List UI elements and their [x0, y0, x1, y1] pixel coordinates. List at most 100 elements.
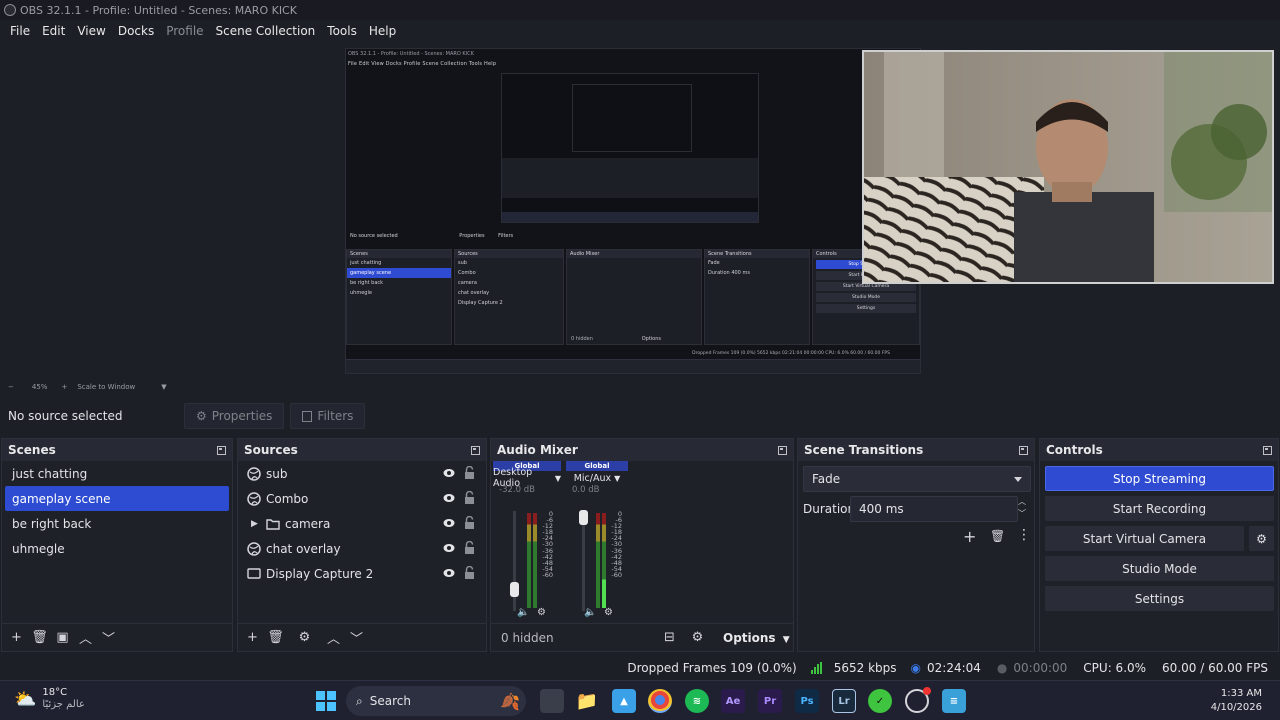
audio-settings-icon[interactable]: ⚙: [604, 607, 613, 618]
speaker-icon[interactable]: 🔈: [584, 607, 596, 618]
menu-file[interactable]: File: [4, 20, 36, 42]
add-icon[interactable]: +: [244, 629, 261, 646]
spin-arrows-icon[interactable]: ︿ ﹀: [1018, 496, 1026, 520]
photoshop-icon[interactable]: Ps: [795, 689, 819, 713]
trash-icon[interactable]: 🗑: [990, 529, 1005, 543]
zoom-out-icon[interactable]: −: [8, 383, 14, 391]
lock-icon[interactable]: [464, 465, 475, 479]
expand-icon[interactable]: ▶: [251, 519, 260, 529]
scale-label[interactable]: Scale to Window: [77, 383, 135, 391]
volume-slider-knob[interactable]: [510, 582, 519, 597]
scene-item[interactable]: be right back: [5, 511, 229, 536]
undock-icon[interactable]: [1263, 445, 1272, 455]
gear-icon: ⚙: [1256, 531, 1267, 546]
gear-icon[interactable]: ⚙: [296, 629, 313, 646]
source-item[interactable]: ▶ camera: [238, 511, 486, 536]
clock[interactable]: 1:33 AM 4/10/2026: [1211, 687, 1262, 715]
trash-icon[interactable]: 🗑: [31, 629, 48, 646]
menu-profile[interactable]: Profile: [160, 20, 209, 42]
windows-start-icon[interactable]: [314, 689, 338, 713]
properties-label: Properties: [211, 409, 273, 423]
nested-source: Combo: [458, 270, 476, 276]
menu-bar: File Edit View Docks Profile Scene Colle…: [0, 20, 1280, 42]
advanced-audio-icon[interactable]: ⚙: [689, 629, 706, 646]
undock-icon[interactable]: [217, 445, 226, 455]
add-icon[interactable]: +: [8, 629, 25, 646]
more-icon[interactable]: ⋮: [1017, 527, 1031, 543]
source-item[interactable]: chat overlay: [238, 536, 486, 561]
chrome-icon[interactable]: [648, 689, 672, 713]
audio-settings-icon[interactable]: ⚙: [537, 607, 546, 618]
chevron-down-icon[interactable]: ▼: [161, 383, 166, 391]
volume-slider-track[interactable]: [582, 511, 585, 611]
scene-item[interactable]: just chatting: [5, 461, 229, 486]
properties-button[interactable]: ⚙ Properties: [184, 403, 285, 429]
menu-tools[interactable]: Tools: [321, 20, 363, 42]
trash-icon[interactable]: 🗑: [267, 629, 284, 646]
menu-help[interactable]: Help: [363, 20, 402, 42]
preview-canvas[interactable]: OBS 32.1.1 - Profile: Untitled - Scenes:…: [0, 42, 1280, 378]
channel-name[interactable]: Desktop Audio ▼: [493, 467, 561, 489]
menu-scene-collection[interactable]: Scene Collection: [210, 20, 322, 42]
hidden-count[interactable]: 0 hidden: [501, 631, 554, 645]
lock-icon[interactable]: [464, 515, 475, 529]
app-green-icon[interactable]: ✓: [868, 689, 892, 713]
scene-item[interactable]: uhmegle: [5, 536, 229, 561]
duration-input[interactable]: 400 ms: [850, 496, 1018, 522]
stop-streaming-button[interactable]: Stop Streaming: [1045, 466, 1274, 491]
eye-icon[interactable]: [443, 567, 455, 579]
move-up-icon[interactable]: ︿: [325, 629, 342, 647]
duration-value: 400 ms: [859, 502, 904, 516]
volume-slider-knob[interactable]: [579, 510, 588, 525]
move-down-icon[interactable]: ﹀: [100, 629, 117, 647]
studio-mode-button[interactable]: Studio Mode: [1045, 556, 1274, 581]
lock-icon[interactable]: [464, 565, 475, 579]
move-down-icon[interactable]: ﹀: [348, 629, 365, 647]
move-up-icon[interactable]: ︿: [77, 629, 94, 647]
menu-view[interactable]: View: [71, 20, 111, 42]
scene-item-selected[interactable]: gameplay scene: [5, 486, 229, 511]
scenes-header: Scenes: [2, 439, 232, 461]
channel-name[interactable]: Mic/Aux ▼: [566, 471, 628, 485]
notepad-icon[interactable]: ≡: [942, 689, 966, 713]
eye-icon[interactable]: [443, 492, 455, 504]
file-explorer-icon[interactable]: 📁: [575, 689, 599, 713]
start-recording-button[interactable]: Start Recording: [1045, 496, 1274, 521]
filters-button[interactable]: Filters: [290, 403, 366, 429]
lock-icon[interactable]: [464, 490, 475, 504]
filters-icon[interactable]: ▣: [54, 629, 71, 646]
start-virtual-camera-button[interactable]: Start Virtual Camera: [1045, 526, 1244, 551]
source-item[interactable]: sub: [238, 461, 486, 486]
source-item[interactable]: Display Capture 2: [238, 561, 486, 586]
speaker-icon[interactable]: 🔈: [517, 607, 529, 618]
menu-edit[interactable]: Edit: [36, 20, 71, 42]
undock-icon[interactable]: [778, 445, 787, 455]
settings-button[interactable]: Settings: [1045, 586, 1274, 611]
taskbar-search[interactable]: ⌕ Search 🍂: [346, 686, 526, 716]
nested-hidden: 0 hidden: [571, 336, 593, 342]
weather-widget[interactable]: ⛅ 18°C عالم جزئيًا: [14, 687, 85, 711]
lightroom-icon[interactable]: Lr: [832, 689, 856, 713]
photos-icon[interactable]: ▲: [612, 689, 636, 713]
options-button[interactable]: Options ▼: [723, 631, 790, 645]
undock-icon[interactable]: [1019, 445, 1028, 455]
source-item[interactable]: Combo: [238, 486, 486, 511]
eye-icon[interactable]: [443, 517, 455, 529]
nested-inner-docks: [502, 158, 758, 198]
transition-select[interactable]: Fade: [803, 466, 1031, 492]
layout-icon[interactable]: ⊟: [661, 629, 678, 646]
virtual-camera-settings-button[interactable]: ⚙: [1249, 526, 1274, 551]
after-effects-icon[interactable]: Ae: [721, 689, 745, 713]
undock-icon[interactable]: [471, 445, 480, 455]
zoom-in-icon[interactable]: +: [61, 383, 67, 391]
eye-icon[interactable]: [443, 542, 455, 554]
add-icon[interactable]: +: [963, 527, 976, 546]
spotify-icon[interactable]: ≋: [685, 689, 709, 713]
obs-taskbar-icon[interactable]: [905, 687, 931, 713]
premiere-icon[interactable]: Pr: [758, 689, 782, 713]
nested-duration: 400 ms: [731, 270, 750, 276]
task-view-icon[interactable]: [540, 689, 564, 713]
lock-icon[interactable]: [464, 540, 475, 554]
menu-docks[interactable]: Docks: [112, 20, 160, 42]
eye-icon[interactable]: [443, 467, 455, 479]
